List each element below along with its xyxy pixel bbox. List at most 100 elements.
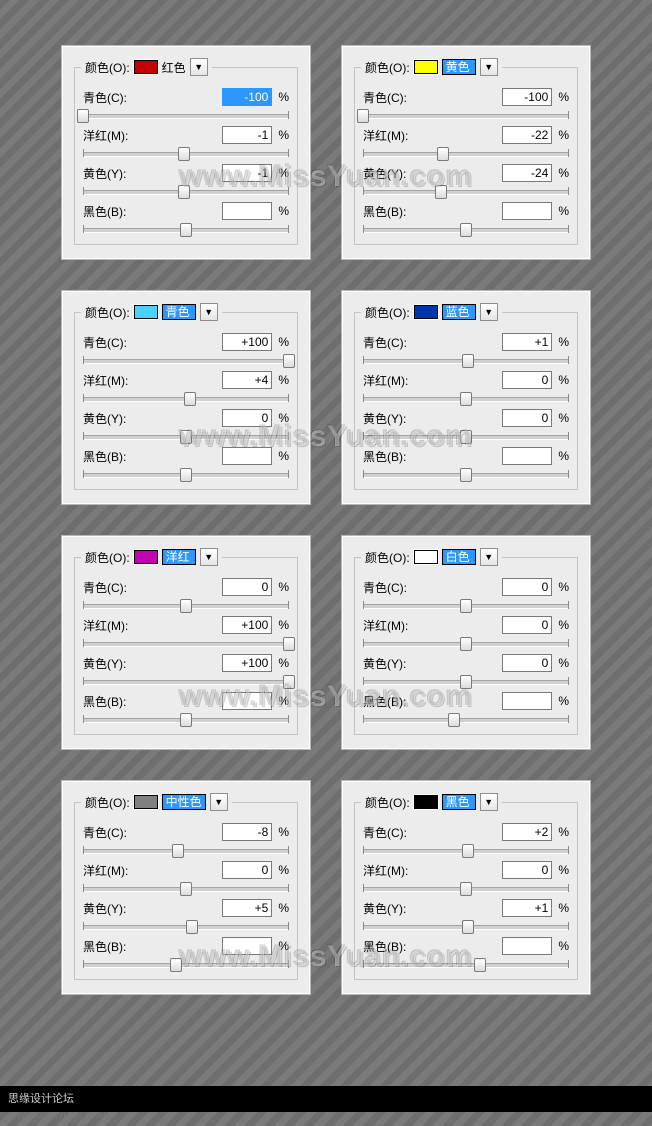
slider-thumb[interactable]: [437, 147, 449, 161]
black-slider[interactable]: [83, 714, 289, 724]
cyan-slider[interactable]: [83, 845, 289, 855]
black-slider[interactable]: [363, 959, 569, 969]
magenta-slider[interactable]: [363, 883, 569, 893]
cyan-slider[interactable]: [83, 110, 289, 120]
slider-thumb[interactable]: [357, 109, 369, 123]
slider-thumb[interactable]: [460, 675, 472, 689]
yellow-value-input[interactable]: [222, 654, 272, 672]
yellow-slider[interactable]: [83, 921, 289, 931]
slider-thumb[interactable]: [180, 882, 192, 896]
black-value-input[interactable]: [502, 202, 552, 220]
slider-thumb[interactable]: [178, 147, 190, 161]
slider-thumb[interactable]: [172, 844, 184, 858]
yellow-slider[interactable]: [363, 431, 569, 441]
magenta-value-input[interactable]: [502, 861, 552, 879]
black-value-input[interactable]: [502, 937, 552, 955]
black-value-input[interactable]: [502, 447, 552, 465]
slider-thumb[interactable]: [460, 223, 472, 237]
magenta-slider[interactable]: [363, 638, 569, 648]
cyan-slider[interactable]: [83, 355, 289, 365]
color-dropdown-button[interactable]: ▼: [200, 548, 218, 566]
magenta-slider[interactable]: [363, 393, 569, 403]
slider-thumb[interactable]: [460, 882, 472, 896]
color-dropdown-button[interactable]: ▼: [200, 303, 218, 321]
slider-thumb[interactable]: [180, 430, 192, 444]
slider-thumb[interactable]: [77, 109, 89, 123]
magenta-value-input[interactable]: [502, 126, 552, 144]
magenta-value-input[interactable]: [502, 371, 552, 389]
yellow-slider[interactable]: [83, 186, 289, 196]
color-dropdown-button[interactable]: ▼: [480, 548, 498, 566]
black-slider[interactable]: [83, 469, 289, 479]
slider-thumb[interactable]: [283, 637, 295, 651]
cyan-value-input[interactable]: [502, 88, 552, 106]
slider-thumb[interactable]: [460, 430, 472, 444]
slider-thumb[interactable]: [180, 468, 192, 482]
yellow-slider[interactable]: [363, 186, 569, 196]
slider-thumb[interactable]: [184, 392, 196, 406]
yellow-value-input[interactable]: [222, 409, 272, 427]
black-value-input[interactable]: [222, 692, 272, 710]
cyan-slider[interactable]: [363, 355, 569, 365]
slider-thumb[interactable]: [435, 185, 447, 199]
cyan-value-input[interactable]: [502, 333, 552, 351]
slider-thumb[interactable]: [460, 468, 472, 482]
cyan-value-input[interactable]: [222, 823, 272, 841]
black-slider[interactable]: [363, 714, 569, 724]
magenta-slider[interactable]: [83, 883, 289, 893]
slider-thumb[interactable]: [462, 920, 474, 934]
color-dropdown-button[interactable]: ▼: [190, 58, 208, 76]
slider-thumb[interactable]: [186, 920, 198, 934]
black-value-input[interactable]: [222, 937, 272, 955]
yellow-value-input[interactable]: [222, 899, 272, 917]
cyan-slider[interactable]: [363, 600, 569, 610]
black-value-input[interactable]: [502, 692, 552, 710]
magenta-slider[interactable]: [83, 148, 289, 158]
magenta-value-input[interactable]: [222, 371, 272, 389]
yellow-slider[interactable]: [363, 676, 569, 686]
yellow-slider[interactable]: [363, 921, 569, 931]
yellow-slider[interactable]: [83, 676, 289, 686]
slider-thumb[interactable]: [178, 185, 190, 199]
slider-thumb[interactable]: [170, 958, 182, 972]
yellow-value-input[interactable]: [502, 164, 552, 182]
magenta-value-input[interactable]: [222, 861, 272, 879]
magenta-value-input[interactable]: [222, 126, 272, 144]
yellow-value-input[interactable]: [222, 164, 272, 182]
cyan-value-input[interactable]: [222, 578, 272, 596]
black-slider[interactable]: [363, 224, 569, 234]
black-slider[interactable]: [83, 959, 289, 969]
yellow-value-input[interactable]: [502, 654, 552, 672]
slider-thumb[interactable]: [474, 958, 486, 972]
slider-thumb[interactable]: [448, 713, 460, 727]
cyan-value-input[interactable]: [222, 88, 272, 106]
slider-thumb[interactable]: [180, 713, 192, 727]
slider-thumb[interactable]: [180, 223, 192, 237]
slider-thumb[interactable]: [462, 354, 474, 368]
magenta-value-input[interactable]: [502, 616, 552, 634]
yellow-value-input[interactable]: [502, 899, 552, 917]
slider-thumb[interactable]: [460, 392, 472, 406]
color-dropdown-button[interactable]: ▼: [480, 303, 498, 321]
magenta-slider[interactable]: [363, 148, 569, 158]
slider-thumb[interactable]: [462, 844, 474, 858]
cyan-value-input[interactable]: [502, 578, 552, 596]
color-dropdown-button[interactable]: ▼: [210, 793, 228, 811]
slider-thumb[interactable]: [180, 599, 192, 613]
cyan-slider[interactable]: [363, 845, 569, 855]
black-value-input[interactable]: [222, 447, 272, 465]
slider-thumb[interactable]: [460, 637, 472, 651]
slider-thumb[interactable]: [460, 599, 472, 613]
magenta-slider[interactable]: [83, 638, 289, 648]
cyan-value-input[interactable]: [222, 333, 272, 351]
black-slider[interactable]: [363, 469, 569, 479]
slider-thumb[interactable]: [283, 675, 295, 689]
slider-thumb[interactable]: [283, 354, 295, 368]
color-dropdown-button[interactable]: ▼: [480, 793, 498, 811]
cyan-slider[interactable]: [363, 110, 569, 120]
black-value-input[interactable]: [222, 202, 272, 220]
cyan-slider[interactable]: [83, 600, 289, 610]
yellow-value-input[interactable]: [502, 409, 552, 427]
yellow-slider[interactable]: [83, 431, 289, 441]
magenta-value-input[interactable]: [222, 616, 272, 634]
